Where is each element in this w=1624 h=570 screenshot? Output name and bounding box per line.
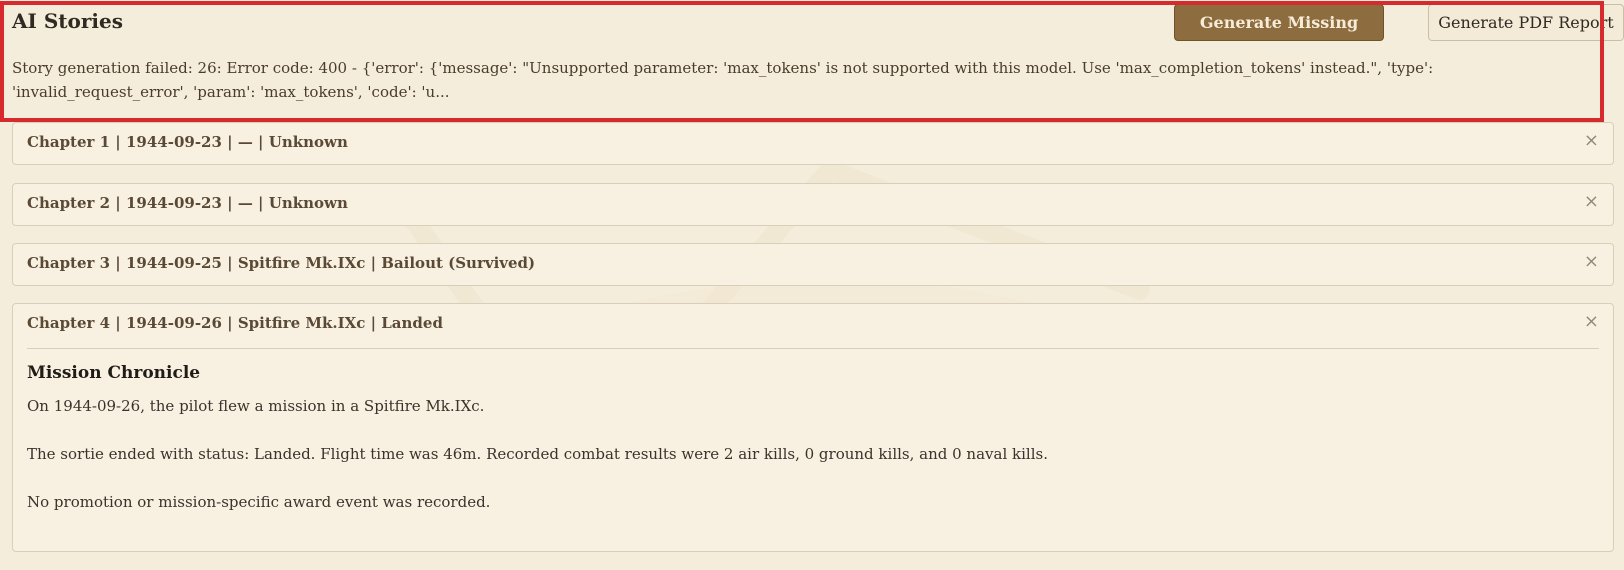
chapter-card-3[interactable]: Chapter 3 | 1944-09-25 | Spitfire Mk.IXc… <box>12 243 1614 286</box>
chapter-card-1[interactable]: Chapter 1 | 1944-09-23 | — | Unknown × <box>12 122 1614 165</box>
chapter-title[interactable]: Chapter 3 | 1944-09-25 | Spitfire Mk.IXc… <box>27 254 535 272</box>
error-message: Story generation failed: 26: Error code:… <box>12 59 1434 101</box>
generate-missing-stories-button[interactable]: Generate Missing Stories <box>1174 4 1384 67</box>
generate-pdf-report-button[interactable]: Generate PDF Report <box>1428 4 1624 41</box>
mission-chronicle-heading: Mission Chronicle <box>27 363 201 383</box>
page-title: AI Stories <box>12 9 123 33</box>
close-icon[interactable]: × <box>1584 251 1599 272</box>
divider <box>27 348 1599 349</box>
chapter-title[interactable]: Chapter 2 | 1944-09-23 | — | Unknown <box>27 194 348 212</box>
chapter-card-2[interactable]: Chapter 2 | 1944-09-23 | — | Unknown × <box>12 183 1614 226</box>
close-icon[interactable]: × <box>1584 311 1599 332</box>
close-icon[interactable]: × <box>1584 130 1599 151</box>
chapter-body: Mission Chronicle On 1944-09-26, the pil… <box>27 348 1599 511</box>
story-paragraph: The sortie ended with status: Landed. Fl… <box>27 445 1048 463</box>
header: AI Stories Generate Missing Stories Gene… <box>12 0 1624 67</box>
chapter-title[interactable]: Chapter 1 | 1944-09-23 | — | Unknown <box>27 133 348 151</box>
story-paragraph: No promotion or mission-specific award e… <box>27 493 491 511</box>
close-icon[interactable]: × <box>1584 191 1599 212</box>
chapter-card-4[interactable]: Chapter 4 | 1944-09-26 | Spitfire Mk.IXc… <box>12 303 1614 552</box>
chapter-title[interactable]: Chapter 4 | 1944-09-26 | Spitfire Mk.IXc… <box>27 314 443 332</box>
story-paragraph: On 1944-09-26, the pilot flew a mission … <box>27 397 485 415</box>
